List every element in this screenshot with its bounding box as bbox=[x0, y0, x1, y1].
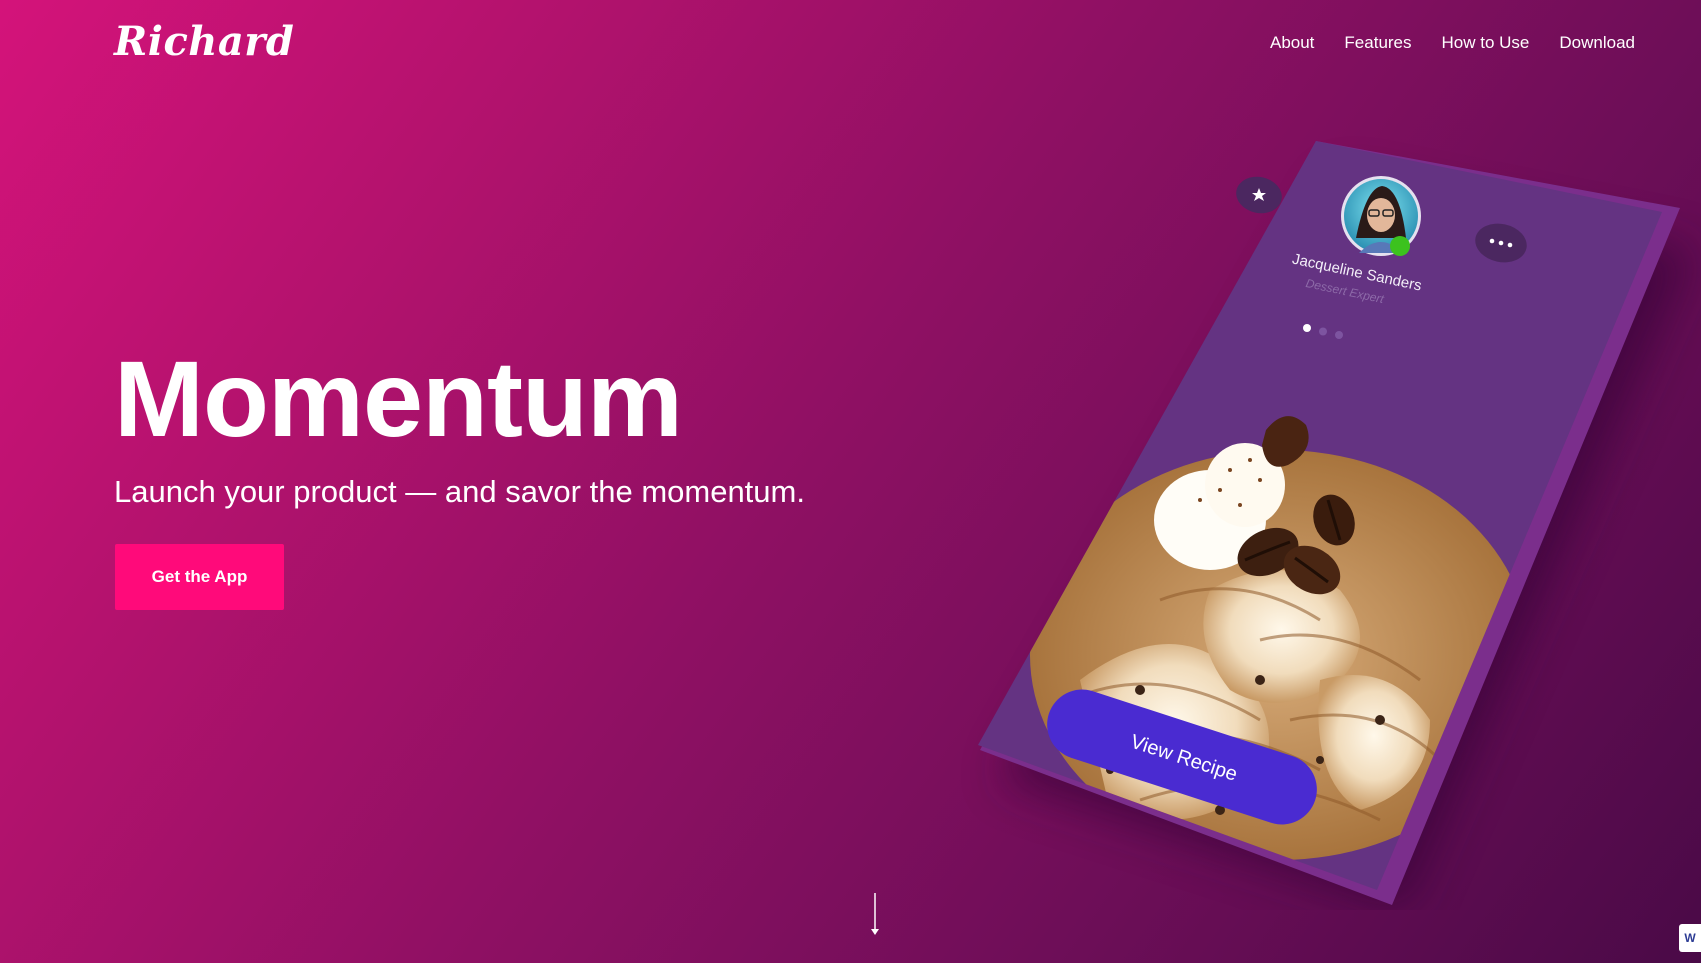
arrow-down-icon[interactable] bbox=[866, 893, 884, 937]
logo[interactable]: Richard bbox=[114, 18, 294, 65]
phone-mockup: Jacqueline Sanders Dessert Expert View R… bbox=[960, 120, 1701, 910]
carousel-dot[interactable] bbox=[1319, 327, 1327, 336]
online-status-icon bbox=[1390, 236, 1410, 256]
nav-about[interactable]: About bbox=[1270, 33, 1314, 53]
carousel-dot[interactable] bbox=[1335, 331, 1343, 339]
nav-features[interactable]: Features bbox=[1344, 33, 1411, 53]
nav-download[interactable]: Download bbox=[1559, 33, 1635, 53]
top-nav: About Features How to Use Download bbox=[1270, 33, 1635, 53]
profile-avatar[interactable] bbox=[1341, 176, 1421, 256]
nav-how-to-use[interactable]: How to Use bbox=[1442, 33, 1530, 53]
phone-illustration: Jacqueline Sanders Dessert Expert View R… bbox=[978, 141, 1695, 910]
get-the-app-button[interactable]: Get the App bbox=[115, 544, 284, 610]
chat-widget-badge[interactable]: W bbox=[1679, 924, 1701, 952]
hero-tagline: Launch your product — and savor the mome… bbox=[114, 474, 805, 509]
carousel-dot[interactable] bbox=[1303, 324, 1311, 332]
hero-title: Momentum bbox=[114, 338, 683, 459]
